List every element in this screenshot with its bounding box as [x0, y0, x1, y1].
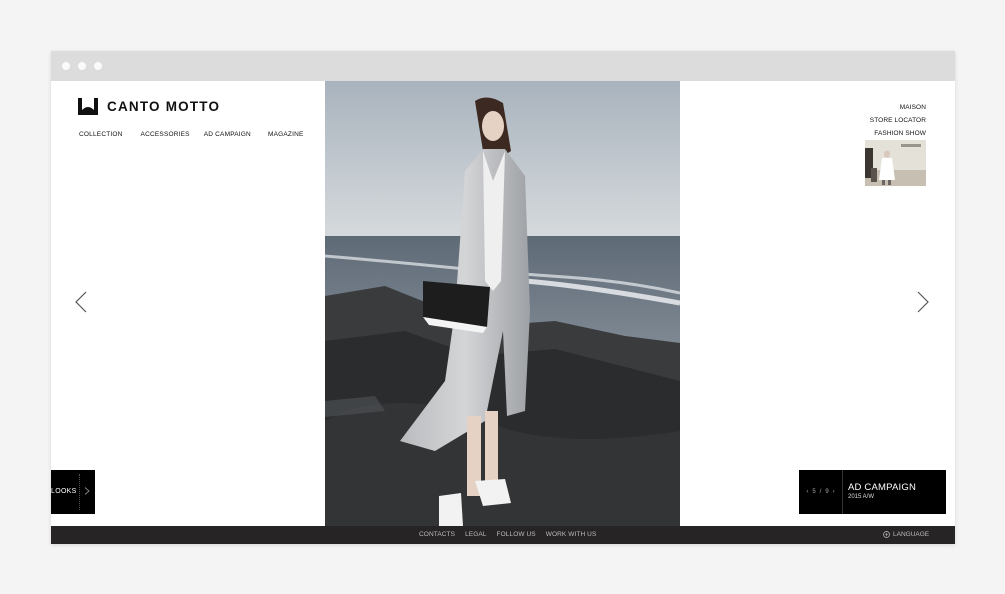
- footer-link-contacts[interactable]: CONTACTS: [419, 531, 455, 538]
- language-selector[interactable]: LANGUAGE: [883, 531, 929, 538]
- footer-link-follow-us[interactable]: FOLLOW US: [497, 531, 536, 538]
- brand-logo[interactable]: CANTO MOTTO: [78, 98, 220, 115]
- pager-next-icon[interactable]: ›: [833, 489, 835, 495]
- secondary-nav: MAISON STORE LOCATOR FASHION SHOW: [870, 101, 926, 140]
- window-maximize-dot[interactable]: [94, 62, 102, 70]
- looks-divider: [79, 474, 80, 510]
- nav-item-ad-campaign[interactable]: AD CAMPAIGN: [204, 131, 251, 138]
- pager-separator: /: [819, 489, 822, 495]
- looks-panel-button[interactable]: LOOKS: [51, 470, 95, 514]
- brand-name: CANTO MOTTO: [107, 99, 221, 114]
- campaign-season: 2015 A/W: [848, 494, 875, 500]
- browser-window: CANTO MOTTO COLLECTION ACCESSORIES AD CA…: [51, 51, 955, 544]
- hero-campaign-image: [325, 81, 680, 526]
- pager-total: 9: [825, 489, 829, 495]
- nav-item-magazine[interactable]: MAGAZINE: [268, 131, 304, 138]
- prev-slide-button[interactable]: [74, 291, 88, 313]
- nav-item-fashion-show[interactable]: FASHION SHOW: [870, 127, 926, 140]
- browser-chrome: [51, 51, 955, 81]
- page-viewport: CANTO MOTTO COLLECTION ACCESSORIES AD CA…: [51, 81, 955, 544]
- nav-item-accessories[interactable]: ACCESSORIES: [141, 131, 190, 138]
- chevron-left-icon: [75, 291, 87, 313]
- footer-link-legal[interactable]: LEGAL: [465, 531, 486, 538]
- fashion-show-thumbnail[interactable]: [865, 140, 926, 186]
- nav-item-maison[interactable]: MAISON: [870, 101, 926, 114]
- next-slide-button[interactable]: [916, 291, 930, 313]
- nav-item-store-locator[interactable]: STORE LOCATOR: [870, 114, 926, 127]
- window-close-dot[interactable]: [62, 62, 70, 70]
- footer-link-work-with-us[interactable]: WORK WITH US: [546, 531, 597, 538]
- campaign-divider: [842, 470, 843, 514]
- pager-current: 5: [812, 489, 816, 495]
- globe-icon: [883, 531, 890, 538]
- main-nav: COLLECTION ACCESSORIES AD CAMPAIGN MAGAZ…: [79, 131, 322, 138]
- looks-label: LOOKS: [51, 488, 77, 495]
- canto-motto-logo-icon: [78, 98, 98, 115]
- pager-prev-icon[interactable]: ‹: [806, 489, 808, 495]
- nav-item-collection[interactable]: COLLECTION: [79, 131, 123, 138]
- window-minimize-dot[interactable]: [78, 62, 86, 70]
- campaign-info-panel[interactable]: ‹ 5 / 9 › AD CAMPAIGN 2015 A/W: [799, 470, 946, 514]
- slide-pager: ‹ 5 / 9 ›: [799, 470, 842, 514]
- chevron-right-icon: [917, 291, 929, 313]
- language-label: LANGUAGE: [893, 531, 930, 538]
- chevron-right-icon: [84, 487, 90, 495]
- footer-bar: CONTACTS LEGAL FOLLOW US WORK WITH US LA…: [51, 526, 955, 544]
- footer-links: CONTACTS LEGAL FOLLOW US WORK WITH US: [419, 531, 606, 538]
- campaign-title: AD CAMPAIGN: [848, 482, 917, 493]
